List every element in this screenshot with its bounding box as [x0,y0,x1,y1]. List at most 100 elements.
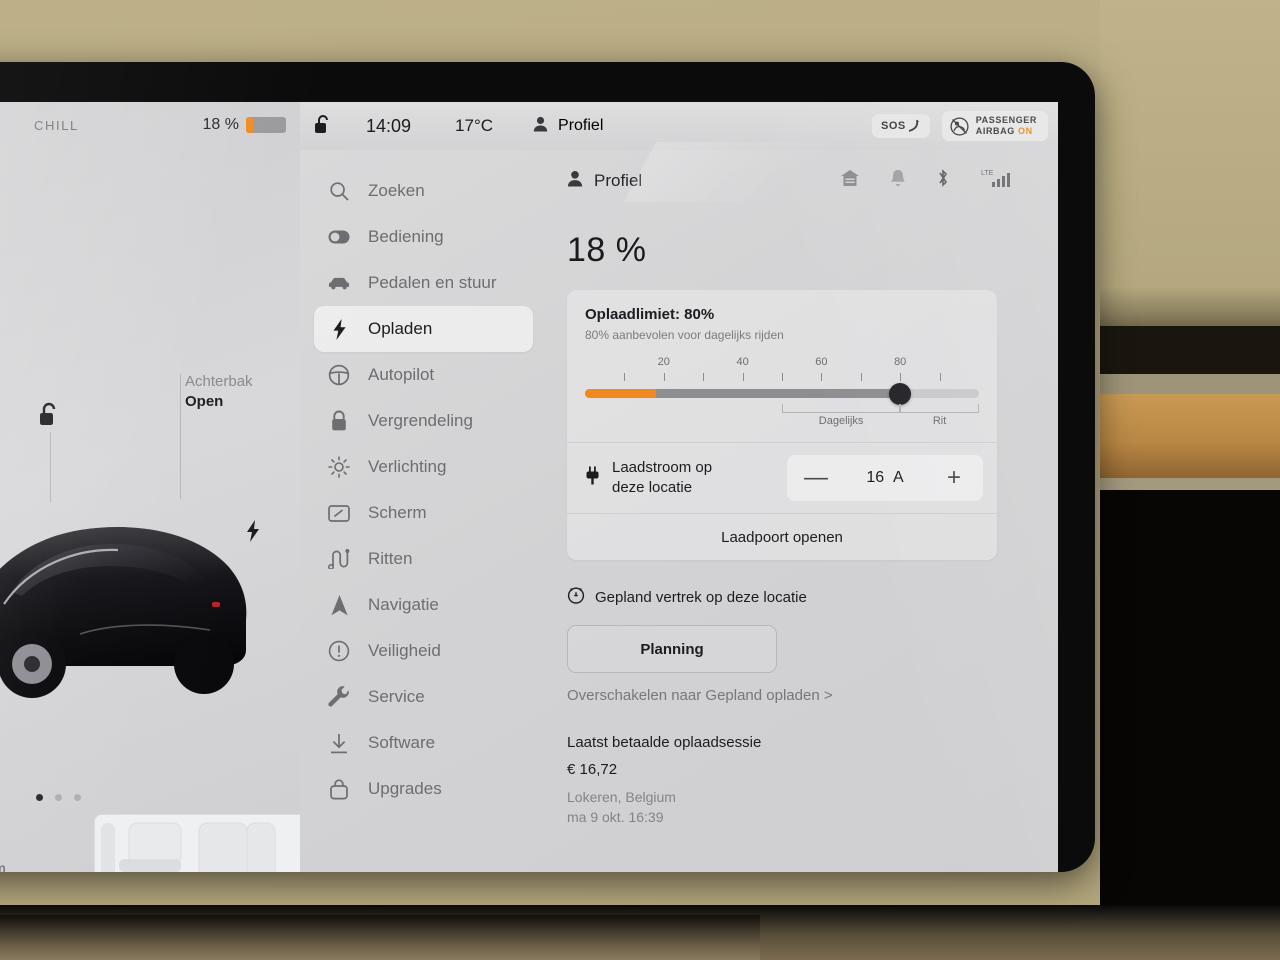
drive-status-panel: CHILL 18 % Achterbak Open [0,102,300,872]
sidebar-item-label: Autopilot [368,365,435,384]
slider-tick-60 [821,373,823,381]
slider-tick-70 [860,373,862,381]
charge-limit-subtitle: 80% aanbevolen voor dagelijks rijden [585,328,784,342]
sidebar-item-ritten[interactable]: Ritten [314,536,533,582]
sidebar-item-scherm[interactable]: Scherm [314,490,533,536]
background-wall-trim [1100,288,1280,328]
lightning-bolt-icon [328,318,350,340]
sidebar-item-bediening[interactable]: Bediening [314,214,533,260]
drive-mode-label: CHILL [34,117,79,133]
sidebar-item-pedalen-en-stuur[interactable]: Pedalen en stuur [314,260,533,306]
page-dot-1[interactable] [36,794,43,801]
airbag-off-icon [950,116,969,136]
page-indicator-dots[interactable] [36,794,81,801]
sidebar-item-label: Software [368,733,436,752]
passenger-airbag-indicator[interactable]: PASSENGER AIRBAG ON [941,111,1048,141]
slider-track[interactable] [585,382,979,405]
sidebar-item-opladen[interactable]: Opladen [314,306,533,352]
sidebar-item-navigatie[interactable]: Navigatie [314,582,533,628]
battery-indicator[interactable]: 18 % [203,116,286,134]
sidebar-item-label: Navigatie [368,595,439,614]
touchscreen-display: CHILL 18 % Achterbak Open 14:09 17°C Pro… [0,102,1058,872]
charging-content: Profiel LTE 18 % Oplaadlimiet: 80% 80% a… [545,150,1058,872]
settings-sidebar[interactable]: Zoeken Bediening Pedalen en stuur Opladen Au… [300,150,545,872]
sidebar-item-vergrendeling[interactable]: Vergrendeling [314,398,533,444]
charge-current-label: Laadstroom op deze locatie [612,458,712,498]
background-wall [1100,0,1280,290]
status-bar: 14:09 17°C Profiel SOS PASSENGER AIRBAG … [300,102,1058,150]
slider-tick-40 [742,373,744,381]
bluetooth-icon[interactable] [936,168,950,193]
profile-header[interactable]: Profiel [567,170,642,192]
background-dark-band [1100,326,1280,378]
slider-ticks [585,373,979,385]
last-session-location: Lokeren, Belgium [567,789,676,805]
slider-tick-30 [703,373,705,381]
person-icon [567,170,583,192]
airbag-text-block: PASSENGER AIRBAG ON [976,115,1037,137]
sidebar-item-label: Vergrendeling [368,411,473,430]
garage-icon[interactable] [840,169,860,192]
background-wood-panel [1100,394,1280,482]
profile-header-label: Profiel [594,170,643,190]
sidebar-item-software[interactable]: Software [314,720,533,766]
lte-signal-icon[interactable]: LTE [980,168,1014,193]
open-charge-port-button[interactable]: Laadpoort openen [567,514,997,560]
vehicle-render[interactable] [0,474,250,714]
battery-percent-label: 18 % [202,116,239,133]
sidebar-item-label: Zoeken [368,181,425,200]
bag-icon [328,778,350,800]
scheduled-departure-row[interactable]: Gepland vertrek op deze locatie [567,586,1014,609]
slider-tick-label-60: 60 [815,356,828,368]
charge-settings-card: Oplaadlimiet: 80% 80% aanbevolen voor da… [567,290,997,560]
amperage-increase-button[interactable]: + [941,466,967,490]
sidebar-item-label: Pedalen en stuur [368,273,497,292]
sidebar-item-service[interactable]: Service [314,674,533,720]
charge-limit-title: Oplaadlimiet: 80% [585,306,715,323]
sidebar-item-label: Veiligheid [368,641,441,660]
slider-thumb[interactable] [889,382,912,405]
airbag-line-2-wrap: AIRBAG ON [976,126,1037,137]
unlocked-padlock-icon[interactable] [38,402,60,433]
airbag-line-1: PASSENGER [975,115,1037,125]
toggle-switch-icon [328,226,350,248]
clock-time: 14:09 [366,115,412,136]
sidebar-item-upgrades[interactable]: Upgrades [314,766,533,812]
unlocked-padlock-icon[interactable] [314,114,332,139]
page-dot-3[interactable] [74,794,81,801]
person-icon [533,116,548,137]
last-session-amount: € 16,72 [567,761,618,778]
sidebar-item-autopilot[interactable]: Autopilot [314,352,533,398]
sidebar-item-zoeken[interactable]: Zoeken [314,168,533,214]
sidebar-item-veiligheid[interactable]: Veiligheid [314,628,533,674]
slider-tick-10 [624,373,626,381]
amperage-decrease-button[interactable]: — [803,466,829,490]
car-icon [328,272,350,294]
sidebar-item-verlichting[interactable]: Verlichting [314,444,533,490]
bell-icon[interactable] [890,169,906,193]
switch-to-scheduled-charging-link[interactable]: Overschakelen naar Gepland opladen > [567,687,1014,704]
amperage-stepper[interactable]: — 16 A + [787,455,983,501]
svg-text:LTE: LTE [981,170,994,177]
sidebar-item-label: Scherm [368,503,427,522]
slider-tick-90 [939,373,941,381]
background-shadow [1100,490,1280,960]
charge-limit-slider[interactable]: 20 40 60 80 Dagelijks Rit [585,356,979,428]
alert-circle-icon [328,640,350,662]
slider-fill-current-charge [585,389,656,398]
sos-label: SOS [881,120,906,132]
page-dot-2[interactable] [55,794,62,801]
trunk-status-callout[interactable]: Achterbak Open [185,372,253,412]
battery-fill [246,117,254,133]
outside-temperature[interactable]: 17°C [455,116,493,136]
last-session-title: Laatst betaalde oplaadsessie [567,734,762,751]
profile-label: Profiel [558,117,604,134]
planning-button[interactable]: Planning [567,625,777,673]
charge-plug-icon [585,466,600,491]
slider-tick-label-80: 80 [894,356,907,368]
charge-current-label-line1: Laadstroom op [612,459,713,476]
sos-button[interactable]: SOS [872,114,930,138]
seat-occupancy-panel[interactable] [94,814,300,872]
background-light-band [1100,374,1280,396]
profile-button[interactable]: Profiel [533,116,603,137]
